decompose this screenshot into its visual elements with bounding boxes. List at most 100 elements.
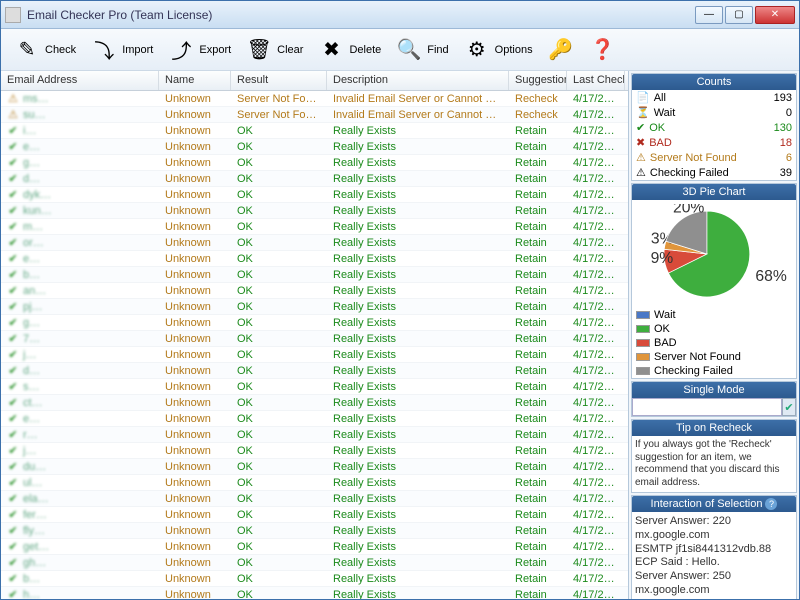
- cell-suggestion: Retain: [509, 524, 567, 538]
- grid-rows[interactable]: ⚠ ms…UnknownServer Not FoundInvalid Emai…: [1, 91, 628, 599]
- table-row[interactable]: ✔ b…UnknownOKReally ExistsRetain4/17/201…: [1, 267, 628, 283]
- count-value: 0: [786, 107, 792, 119]
- cell-email: ✔ b…: [1, 268, 159, 282]
- cell-email: ✔ e…: [1, 412, 159, 426]
- legend-item: Server Not Found: [632, 350, 796, 364]
- table-row[interactable]: ✔ get…UnknownOKReally ExistsRetain4/17/2…: [1, 539, 628, 555]
- import-button[interactable]: ⤵Import: [84, 33, 159, 67]
- grid-header[interactable]: Email AddressNameResultDescriptionSugges…: [1, 71, 628, 91]
- cell-suggestion: Retain: [509, 332, 567, 346]
- cell-suggestion: Retain: [509, 124, 567, 138]
- interaction-log[interactable]: Server Answer: 220 mx.google.comESMTP jf…: [632, 512, 796, 599]
- help-button[interactable]: ❓: [583, 33, 623, 67]
- options-button[interactable]: ⚙Options: [457, 33, 539, 67]
- cell-suggestion: Retain: [509, 492, 567, 506]
- toolbar-label: Export: [199, 44, 231, 56]
- cell-result: OK: [231, 588, 327, 600]
- column-header[interactable]: Email Address: [1, 71, 159, 90]
- table-row[interactable]: ✔ g…UnknownOKReally ExistsRetain4/17/201…: [1, 155, 628, 171]
- cell-description: Really Exists: [327, 252, 509, 266]
- table-row[interactable]: ✔ m…UnknownOKReally ExistsRetain4/17/201…: [1, 219, 628, 235]
- counts-title: Counts: [632, 74, 796, 90]
- table-row[interactable]: ✔ r…UnknownOKReally ExistsRetain4/17/201…: [1, 427, 628, 443]
- cell-name: Unknown: [159, 588, 231, 600]
- help-icon[interactable]: ?: [765, 498, 777, 510]
- cell-name: Unknown: [159, 412, 231, 426]
- check-icon: ✔: [7, 205, 19, 217]
- cell-name: Unknown: [159, 508, 231, 522]
- table-row[interactable]: ✔ e…UnknownOKReally ExistsRetain4/17/201…: [1, 139, 628, 155]
- table-row[interactable]: ✔ dyk…UnknownOKReally ExistsRetain4/17/2…: [1, 187, 628, 203]
- table-row[interactable]: ✔ e…UnknownOKReally ExistsRetain4/17/201…: [1, 411, 628, 427]
- legend-item: Wait: [632, 308, 796, 322]
- table-row[interactable]: ✔ 7…UnknownOKReally ExistsRetain4/17/201…: [1, 331, 628, 347]
- table-row[interactable]: ⚠ su…UnknownServer Not FoundInvalid Emai…: [1, 107, 628, 123]
- table-row[interactable]: ✔ d…UnknownOKReally ExistsRetain4/17/201…: [1, 363, 628, 379]
- license-button[interactable]: 🔑: [541, 33, 581, 67]
- table-row[interactable]: ✔ g…UnknownOKReally ExistsRetain4/17/201…: [1, 315, 628, 331]
- cell-description: Invalid Email Server or Cannot Connect t…: [327, 92, 509, 106]
- table-row[interactable]: ✔ fly…UnknownOKReally ExistsRetain4/17/2…: [1, 523, 628, 539]
- cell-result: Server Not Found: [231, 92, 327, 106]
- minimize-button[interactable]: —: [695, 6, 723, 24]
- cell-email: ✔ r…: [1, 428, 159, 442]
- single-mode-input[interactable]: [632, 398, 782, 416]
- clear-button[interactable]: 🗑Clear: [239, 33, 309, 67]
- count-icon: ⏳: [636, 106, 650, 119]
- check-button[interactable]: ✎Check: [7, 33, 82, 67]
- legend-label: OK: [654, 323, 670, 335]
- check-icon: ✔: [7, 365, 19, 377]
- table-row[interactable]: ✔ d…UnknownOKReally ExistsRetain4/17/201…: [1, 171, 628, 187]
- column-header[interactable]: Name: [159, 71, 231, 90]
- table-row[interactable]: ✔ ct…UnknownOKReally ExistsRetain4/17/20…: [1, 395, 628, 411]
- cell-name: Unknown: [159, 300, 231, 314]
- table-row[interactable]: ✔ pj…UnknownOKReally ExistsRetain4/17/20…: [1, 299, 628, 315]
- cell-suggestion: Retain: [509, 396, 567, 410]
- close-button[interactable]: ✕: [755, 6, 795, 24]
- single-mode-check-button[interactable]: ✔: [782, 398, 796, 416]
- find-button-icon: 🔍: [395, 36, 423, 64]
- cell-email: ✔ pj…: [1, 300, 159, 314]
- cell-name: Unknown: [159, 92, 231, 106]
- table-row[interactable]: ✔ b…UnknownOKReally ExistsRetain4/17/201…: [1, 571, 628, 587]
- titlebar[interactable]: Email Checker Pro (Team License) — ▢ ✕: [1, 1, 799, 29]
- column-header[interactable]: Result: [231, 71, 327, 90]
- delete-button[interactable]: ✖Delete: [311, 33, 387, 67]
- table-row[interactable]: ✔ j…UnknownOKReally ExistsRetain4/17/201…: [1, 443, 628, 459]
- table-row[interactable]: ✔ fer…UnknownOKReally ExistsRetain4/17/2…: [1, 507, 628, 523]
- cell-email: ✔ j…: [1, 348, 159, 362]
- export-button[interactable]: ⤴Export: [161, 33, 237, 67]
- cell-date: 4/17/2012: [567, 204, 625, 218]
- cell-email: ✔ i…: [1, 124, 159, 138]
- warning-icon: ⚠: [7, 93, 19, 105]
- table-row[interactable]: ✔ ela…UnknownOKReally ExistsRetain4/17/2…: [1, 491, 628, 507]
- cell-description: Really Exists: [327, 204, 509, 218]
- column-header[interactable]: Last Check: [567, 71, 625, 90]
- table-row[interactable]: ✔ an…UnknownOKReally ExistsRetain4/17/20…: [1, 283, 628, 299]
- cell-result: OK: [231, 252, 327, 266]
- table-row[interactable]: ⚠ ms…UnknownServer Not FoundInvalid Emai…: [1, 91, 628, 107]
- cell-date: 4/17/2012: [567, 332, 625, 346]
- table-row[interactable]: ✔ gh…UnknownOKReally ExistsRetain4/17/20…: [1, 555, 628, 571]
- column-header[interactable]: Suggestion: [509, 71, 567, 90]
- table-row[interactable]: ✔ kun…UnknownOKReally ExistsRetain4/17/2…: [1, 203, 628, 219]
- table-row[interactable]: ✔ j…UnknownOKReally ExistsRetain4/17/201…: [1, 347, 628, 363]
- count-label: BAD: [649, 137, 776, 149]
- check-icon: ✔: [7, 397, 19, 409]
- table-row[interactable]: ✔ s…UnknownOKReally ExistsRetain4/17/201…: [1, 379, 628, 395]
- table-row[interactable]: ✔ h…UnknownOKReally ExistsRetain4/17/201…: [1, 587, 628, 599]
- cell-email: ✔ b…: [1, 572, 159, 586]
- table-row[interactable]: ✔ du…UnknownOKReally ExistsRetain4/17/20…: [1, 459, 628, 475]
- check-icon: ✔: [7, 285, 19, 297]
- table-row[interactable]: ✔ i…UnknownOKReally ExistsRetain4/17/201…: [1, 123, 628, 139]
- table-row[interactable]: ✔ ul…UnknownOKReally ExistsRetain4/17/20…: [1, 475, 628, 491]
- cell-name: Unknown: [159, 332, 231, 346]
- app-window: Email Checker Pro (Team License) — ▢ ✕ ✎…: [0, 0, 800, 600]
- cell-result: OK: [231, 444, 327, 458]
- column-header[interactable]: Description: [327, 71, 509, 90]
- table-row[interactable]: ✔ or…UnknownOKReally ExistsRetain4/17/20…: [1, 235, 628, 251]
- find-button[interactable]: 🔍Find: [389, 33, 454, 67]
- legend-swatch: [636, 339, 650, 347]
- maximize-button[interactable]: ▢: [725, 6, 753, 24]
- table-row[interactable]: ✔ e…UnknownOKReally ExistsRetain4/17/201…: [1, 251, 628, 267]
